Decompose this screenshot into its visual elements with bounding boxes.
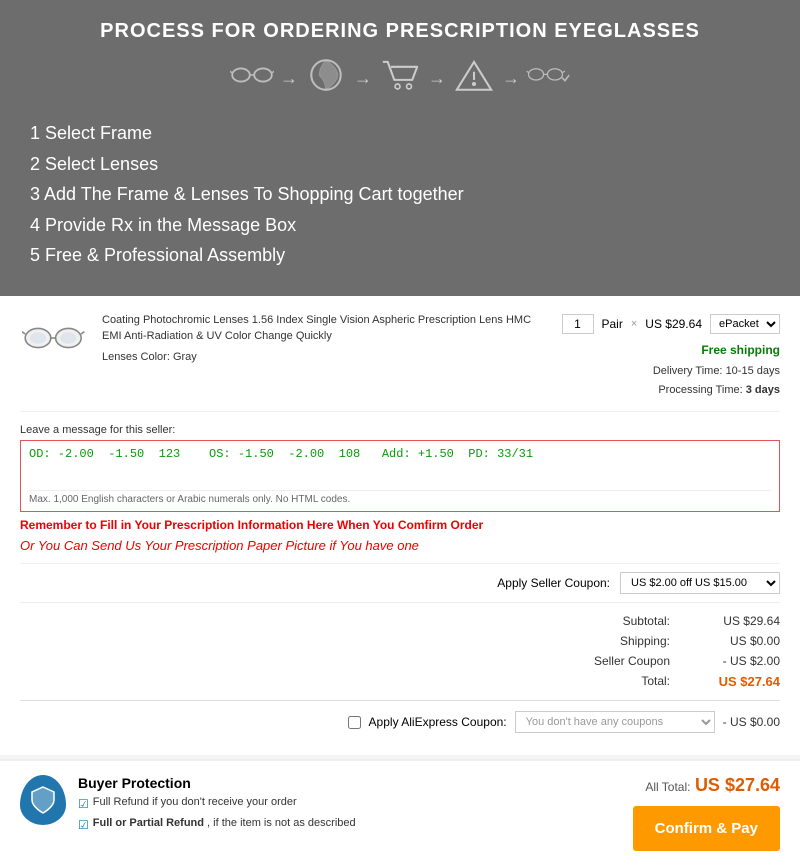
main-content: Coating Photochromic Lenses 1.56 Index S…	[0, 296, 800, 755]
qty-price-row: Pair × US $29.64 ePacket	[562, 314, 781, 334]
total-row: Total: US $27.64	[20, 671, 780, 692]
shipping-value: US $0.00	[700, 634, 780, 648]
qty-unit: Pair	[602, 317, 623, 331]
lenses-color-info: Lenses Color: Gray	[102, 349, 536, 366]
top-banner: PROCESS FOR ORDERING PRESCRIPTION EYEGLA…	[0, 0, 800, 296]
step4-icon	[452, 57, 496, 100]
bp-item-2-text: Full or Partial Refund , if the item is …	[93, 816, 356, 831]
product-price: US $29.64	[645, 317, 702, 331]
step-item-5: 5 Free & Professional Assembly	[30, 240, 770, 271]
subtotal-value: US $29.64	[700, 614, 780, 628]
shipping-info: Free shipping Delivery Time: 10-15 days …	[653, 340, 780, 401]
lenses-color-label: Lenses Color:	[102, 351, 170, 363]
free-shipping-label: Free shipping	[653, 340, 780, 362]
seller-coupon-row: Apply Seller Coupon: US $2.00 off US $15…	[20, 563, 780, 602]
seller-coupon-total-row: Seller Coupon - US $2.00	[20, 651, 780, 671]
subtotal-label: Subtotal:	[600, 614, 670, 628]
bottom-bar: Buyer Protection ☑ Full Refund if you do…	[0, 759, 800, 865]
bp-item-1: ☑ Full Refund if you don't receive your …	[78, 795, 356, 813]
message-section: Leave a message for this seller: OD: -2.…	[20, 424, 780, 553]
process-icons-row: → → → →	[30, 57, 770, 100]
message-label: Leave a message for this seller:	[20, 424, 780, 436]
step-item-4: 4 Provide Rx in the Message Box	[30, 210, 770, 241]
bp-check1-icon: ☑	[78, 796, 89, 813]
checkout-section: All Total: US $27.64 Confirm & Pay	[633, 775, 780, 851]
aliexpress-coupon-row: Apply AliExpress Coupon: You don't have …	[20, 700, 780, 739]
step5-icon	[526, 57, 570, 100]
message-box-wrapper: OD: -2.00 -1.50 123 OS: -1.50 -2.00 108 …	[20, 440, 780, 512]
message-hint: Max. 1,000 English characters or Arabic …	[29, 490, 771, 505]
processing-time-row: Processing Time: 3 days	[653, 381, 780, 401]
bp-title: Buyer Protection	[78, 775, 356, 791]
delivery-time-row: Delivery Time: 10-15 days	[653, 362, 780, 382]
lenses-color-value: Gray	[173, 351, 197, 363]
steps-list: 1 Select Frame 2 Select Lenses 3 Add The…	[30, 118, 770, 271]
subtotal-row: Subtotal: US $29.64	[20, 611, 780, 631]
step2-icon	[304, 57, 348, 100]
reminder-text: Remember to Fill in Your Prescription In…	[20, 518, 780, 532]
totals-section: Subtotal: US $29.64 Shipping: US $0.00 S…	[20, 602, 780, 692]
message-textarea[interactable]: OD: -2.00 -1.50 123 OS: -1.50 -2.00 108 …	[29, 447, 771, 485]
arrow4-icon: →	[502, 68, 520, 89]
all-total-amount: US $27.64	[695, 775, 780, 795]
step-item-1: 1 Select Frame	[30, 118, 770, 149]
total-label: Total:	[600, 674, 670, 689]
product-name: Coating Photochromic Lenses 1.56 Index S…	[102, 312, 536, 345]
step-item-2: 2 Select Lenses	[30, 149, 770, 180]
shield-icon	[20, 775, 66, 825]
total-value: US $27.64	[700, 674, 780, 689]
processing-time-label: Processing Time:	[658, 384, 742, 396]
seller-coupon-total-label: Seller Coupon	[594, 654, 670, 668]
arrow1-icon: →	[280, 68, 298, 89]
bp-check2-icon: ☑	[78, 817, 89, 834]
all-total-row: All Total: US $27.64	[645, 775, 780, 796]
step-item-3: 3 Add The Frame & Lenses To Shopping Car…	[30, 179, 770, 210]
shipping-method-select[interactable]: ePacket	[710, 314, 780, 334]
delivery-time-value: 10-15 days	[726, 365, 780, 377]
product-info: Coating Photochromic Lenses 1.56 Index S…	[102, 312, 536, 366]
product-row: Coating Photochromic Lenses 1.56 Index S…	[20, 312, 780, 412]
step1-icon	[230, 57, 274, 100]
aliexpress-coupon-discount: - US $0.00	[723, 715, 780, 729]
arrow3-icon: →	[428, 68, 446, 89]
aliexpress-coupon-label: Apply AliExpress Coupon:	[369, 715, 507, 729]
banner-title: PROCESS FOR ORDERING PRESCRIPTION EYEGLA…	[30, 20, 770, 43]
confirm-pay-button[interactable]: Confirm & Pay	[633, 806, 780, 851]
shipping-label: Shipping:	[600, 634, 670, 648]
seller-coupon-label: Apply Seller Coupon:	[497, 576, 610, 590]
arrow2-icon: →	[354, 68, 372, 89]
seller-coupon-total-value: - US $2.00	[700, 654, 780, 668]
seller-coupon-select[interactable]: US $2.00 off US $15.00	[620, 572, 780, 594]
aliexpress-coupon-select[interactable]: You don't have any coupons	[515, 711, 715, 733]
buyer-protection-section: Buyer Protection ☑ Full Refund if you do…	[20, 775, 613, 851]
delivery-time-label: Delivery Time:	[653, 365, 723, 377]
product-image	[20, 318, 88, 358]
buyer-protection-text: Buyer Protection ☑ Full Refund if you do…	[78, 775, 356, 837]
bp-item-2: ☑ Full or Partial Refund , if the item i…	[78, 816, 356, 834]
all-total-label: All Total:	[645, 780, 690, 794]
aliexpress-coupon-checkbox[interactable]	[348, 716, 361, 729]
step3-icon	[378, 57, 422, 100]
prescription-alt-text: Or You Can Send Us Your Prescription Pap…	[20, 538, 780, 553]
quantity-input[interactable]	[562, 314, 594, 334]
processing-time-value: 3 days	[746, 384, 780, 396]
shipping-row: Shipping: US $0.00	[20, 631, 780, 651]
bp-item-1-text: Full Refund if you don't receive your or…	[93, 795, 297, 810]
